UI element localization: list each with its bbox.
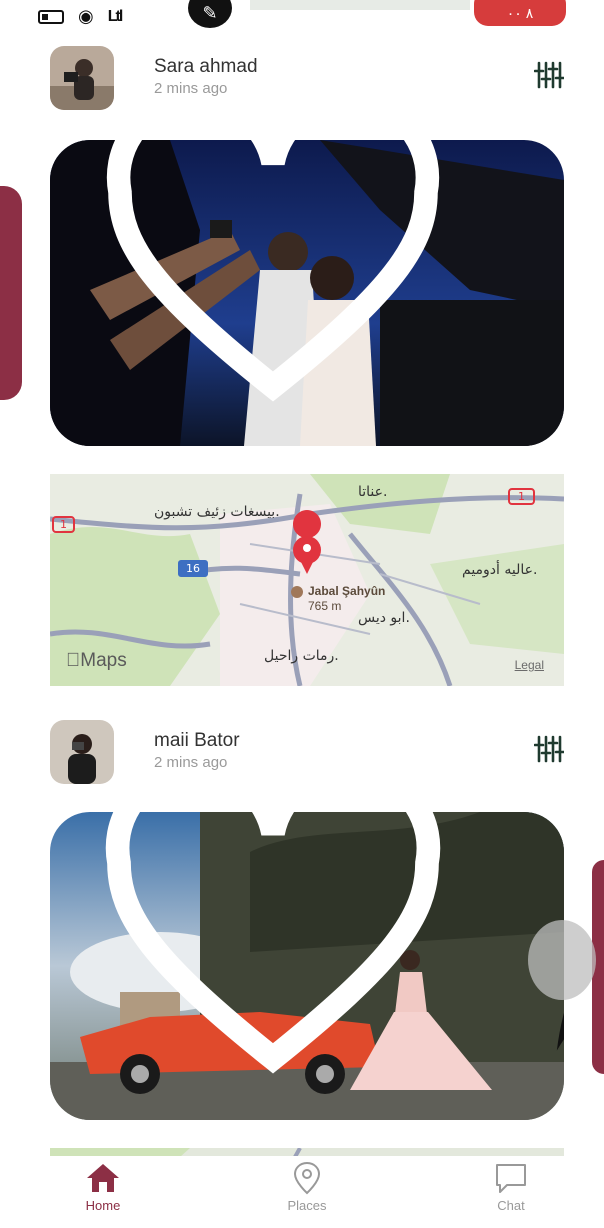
signal-icon: Ltl	[107, 7, 123, 25]
nav-chat[interactable]: Chat	[466, 1160, 556, 1213]
map-label-anata: عناتا.	[358, 484, 388, 500]
edit-icon[interactable]: ✎	[188, 0, 232, 28]
home-icon	[87, 1164, 119, 1192]
post-time: 2 mins ago	[154, 754, 228, 771]
maps-logo: Maps	[66, 650, 127, 672]
floating-scroll-knob[interactable]	[528, 920, 596, 1000]
maps-logo-text: Maps	[66, 650, 126, 671]
map-label-pisgat: بيسغات زئيف تشبون.	[154, 504, 280, 520]
nav-home-label: Home	[85, 1198, 121, 1213]
avatar[interactable]	[50, 46, 114, 110]
top-strip	[250, 0, 470, 10]
battery-icon	[38, 9, 64, 24]
status-badge: ٨ ٠٠	[474, 0, 566, 26]
road-marker-1-left: 1	[52, 516, 75, 533]
legal-link[interactable]: Legal	[515, 658, 544, 672]
heart-icon[interactable]	[50, 812, 530, 1082]
status-bar: ◉ Ltl ✎ ٨ ٠٠	[0, 0, 604, 30]
nav-chat-label: Chat	[497, 1198, 525, 1213]
nav-places[interactable]: Places	[262, 1160, 352, 1213]
user-name[interactable]: Sara ahmad	[154, 56, 258, 78]
post-photo[interactable]	[50, 812, 564, 1120]
location-pin-icon	[293, 1161, 321, 1195]
user-name[interactable]: maii Bator	[154, 730, 240, 752]
wifi-icon: ◉	[78, 6, 94, 26]
map-label-abu-dis: ابو ديس.	[358, 610, 410, 626]
road-marker-1: 1	[508, 488, 535, 505]
filter-sliders-icon[interactable]	[534, 60, 564, 90]
filter-sliders-icon[interactable]	[534, 734, 564, 764]
side-drawer-handle-left[interactable]	[0, 186, 22, 400]
chat-bubble-icon	[496, 1164, 526, 1193]
avatar[interactable]	[50, 720, 114, 784]
heart-icon[interactable]	[50, 140, 530, 410]
road-marker-16: 16	[178, 560, 208, 577]
post-header: maii Bator 2 mins ago	[50, 720, 570, 784]
status-icons: ◉ Ltl	[38, 6, 123, 27]
map-place-name: Jabal Şahyûn	[308, 584, 386, 598]
nav-home[interactable]: Home	[58, 1160, 148, 1213]
post-time: 2 mins ago	[154, 80, 228, 97]
bottom-navigation: Home Places Chat	[0, 1156, 604, 1228]
nav-places-label: Places	[287, 1198, 327, 1213]
map-label-ramat: رمات راحيل.	[264, 648, 339, 664]
map-place-elevation: 765 m	[308, 599, 342, 613]
map-preview[interactable]: عناتا. بيسغات زئيف تشبون. عاليه أدوميم. …	[50, 474, 564, 686]
map-label-maale: عاليه أدوميم.	[462, 562, 538, 578]
post-header: Sara ahmad 2 mins ago	[50, 46, 570, 110]
post-photo[interactable]	[50, 140, 564, 446]
